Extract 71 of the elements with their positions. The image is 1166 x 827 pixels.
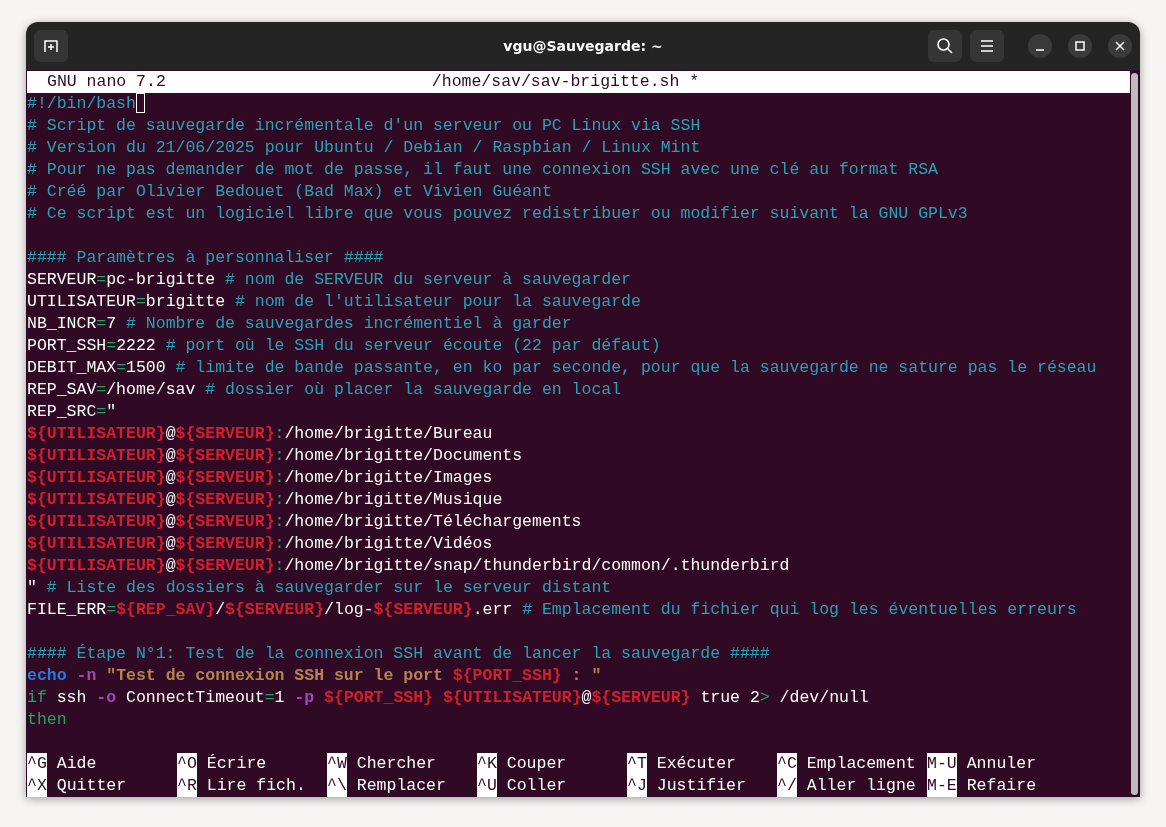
shortcut-key: M-E	[927, 775, 957, 797]
code-line: NB_INCR=7 # Nombre de sauvegardes incrémentiel à garder	[27, 313, 572, 335]
code-line: # Script de sauvegarde incrémentale d'un serveur ou PC Linux via SSH	[27, 115, 701, 137]
shortcut-key: ^J	[627, 775, 647, 797]
editor-version: GNU nano 7.2	[46, 71, 166, 93]
code-line: " # Liste des dossiers à sauvegarder sur le serveur distant	[27, 577, 612, 599]
search-icon	[936, 37, 954, 55]
code-line: #!/bin/bash	[27, 93, 136, 115]
shortcut-key: ^G	[27, 753, 47, 775]
shortcut-key: ^C	[777, 753, 797, 775]
menu-icon	[980, 40, 994, 52]
shortcut-label: Remplacer	[356, 775, 446, 797]
shortcut-label: Exécuter	[656, 753, 737, 775]
minimize-icon	[1035, 49, 1045, 51]
code-line: ${UTILISATEUR}@${SERVEUR}:/home/brigitte/Bureau	[27, 423, 493, 445]
code-line: ${UTILISATEUR}@${SERVEUR}:/home/brigitte/Téléchargements	[27, 511, 582, 533]
shortcut-key: ^/	[777, 775, 797, 797]
code-line: REP_SAV=/home/sav # dossier où placer la sauvegarde en local	[27, 379, 622, 401]
code-line: PORT_SSH=2222 # port où le SSH du serveur écoute (22 par défaut)	[27, 335, 661, 357]
shortcut-key: ^R	[177, 775, 197, 797]
shortcut-key: M-U	[927, 753, 957, 775]
code-line: ${UTILISATEUR}@${SERVEUR}:/home/brigitte/Musique	[27, 489, 503, 511]
shortcut-key: ^W	[327, 753, 347, 775]
shortcut-label: Justifier	[656, 775, 746, 797]
file-name: /home/sav/sav-brigitte.sh *	[431, 71, 700, 93]
search-button[interactable]	[928, 30, 962, 62]
shortcut-label: Aller ligne	[806, 775, 916, 797]
window-title: vgu@Sauvegarde: ~	[502, 38, 664, 54]
close-icon	[1115, 41, 1125, 51]
code-line: # Version du 21/06/2025 pour Ubuntu / Debian / Raspbian / Linux Mint	[27, 137, 701, 159]
shortcut-label: Chercher	[356, 753, 437, 775]
code-line: FILE_ERR=${REP_SAV}/${SERVEUR}/log-${SERVEUR}.err # Emplacement du fichier qui log les éventuelles erreurs	[27, 599, 1077, 621]
shortcut-key: ^O	[177, 753, 197, 775]
close-button[interactable]	[1108, 34, 1132, 58]
code-line: # Ce script est un logiciel libre que vous pouvez redistribuer ou modifier suivant la GNU GPLv3	[27, 203, 968, 225]
shortcut-key: ^K	[477, 753, 497, 775]
shortcut-key: ^\	[327, 775, 347, 797]
shortcut-label: Écrire	[206, 753, 267, 775]
shortcut-key: ^X	[27, 775, 47, 797]
code-line: UTILISATEUR=brigitte # nom de l'utilisateur pour la sauvegarde	[27, 291, 641, 313]
code-line: ${UTILISATEUR}@${SERVEUR}:/home/brigitte/Images	[27, 467, 493, 489]
code-line: SERVEUR=pc-brigitte # nom de SERVEUR du serveur à sauvegarder	[27, 269, 631, 291]
maximize-icon	[1075, 41, 1085, 51]
code-line: then	[27, 709, 67, 731]
menu-button[interactable]	[970, 30, 1004, 62]
code-line: REP_SRC="	[27, 401, 117, 423]
code-line: ${UTILISATEUR}@${SERVEUR}:/home/brigitte/Vidéos	[27, 533, 493, 555]
shortcut-label: Coller	[506, 775, 567, 797]
shortcut-label: Refaire	[966, 775, 1037, 797]
minimize-button[interactable]	[1028, 34, 1052, 58]
maximize-button[interactable]	[1068, 34, 1092, 58]
shortcut-label: Annuler	[966, 753, 1037, 775]
shortcut-label: Emplacement	[806, 753, 916, 775]
new-tab-button[interactable]	[34, 30, 68, 62]
code-line: echo -n "Test de connexion SSH sur le port ${PORT_SSH} : "	[27, 665, 602, 687]
code-line: if ssh -o ConnectTimeout=1 -p ${PORT_SSH} ${UTILISATEUR}@${SERVEUR} true 2> /dev/null	[27, 687, 869, 709]
code-line: # Pour ne pas demander de mot de passe, il faut une connexion SSH avec une clé au format RSA	[27, 159, 938, 181]
code-line: # Créé par Olivier Bedouet (Bad Max) et Vivien Guéant	[27, 181, 552, 203]
code-line: #### Étape N°1: Test de la connexion SSH avant de lancer la sauvegarde ####	[27, 643, 770, 665]
shortcut-label: Lire fich.	[206, 775, 306, 797]
code-line: ${UTILISATEUR}@${SERVEUR}:/home/brigitte/Documents	[27, 445, 523, 467]
shortcut-key: ^T	[627, 753, 647, 775]
code-line: DEBIT_MAX=1500 # limite de bande passante, en ko par seconde, pour que la sauvegarde ne sature pas le réseau	[27, 357, 1097, 379]
code-line: #### Paramètres à personnaliser ####	[27, 247, 384, 269]
shortcut-key: ^U	[477, 775, 497, 797]
shortcut-label: Aide	[56, 753, 97, 775]
code-line: ${UTILISATEUR}@${SERVEUR}:/home/brigitte/snap/thunderbird/common/.thunderbird	[27, 555, 790, 577]
scrollbar-thumb[interactable]	[1131, 73, 1138, 795]
shortcut-label: Couper	[506, 753, 567, 775]
new-tab-icon	[43, 38, 59, 54]
shortcut-label: Quitter	[56, 775, 127, 797]
